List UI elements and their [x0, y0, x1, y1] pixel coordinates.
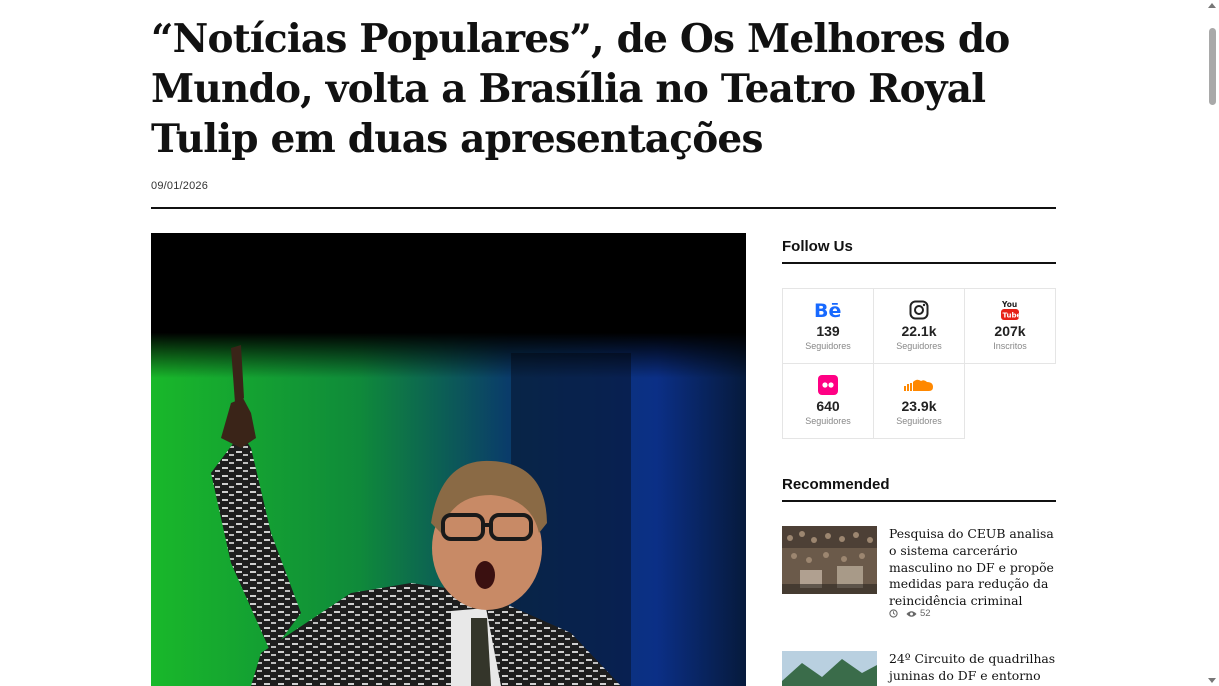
- clock-icon: [889, 609, 898, 618]
- views-count: 52: [920, 608, 931, 619]
- scroll-down-icon[interactable]: [1208, 678, 1216, 683]
- recommended-title[interactable]: 24º Circuito de quadrilhas juninas do DF…: [889, 651, 1059, 685]
- scroll-up-icon[interactable]: [1208, 3, 1216, 8]
- social-count: 207k: [994, 323, 1026, 339]
- social-count: 22.1k: [901, 323, 937, 339]
- recommended-thumbnail[interactable]: [782, 526, 877, 594]
- recommended-title[interactable]: Pesquisa do CEUB analisa o sistema carce…: [889, 526, 1059, 610]
- behance-icon: Bē: [814, 299, 842, 321]
- social-counters: Bē 139 Seguidores 22.1k Seguidores You Tu…: [782, 288, 1056, 439]
- soundcloud-icon: [903, 374, 935, 396]
- scrollbar-thumb[interactable]: [1209, 28, 1216, 105]
- svg-text:Tube: Tube: [1003, 312, 1021, 320]
- social-label: Seguidores: [805, 341, 851, 351]
- recommended-meta: 52: [889, 608, 931, 619]
- youtube-icon: You Tube: [1000, 299, 1020, 321]
- recommended-thumbnail[interactable]: [782, 651, 877, 686]
- article-title: “Notícias Populares”, de Os Melhores do …: [151, 16, 1010, 162]
- views-counter: 52: [906, 608, 931, 619]
- social-label: Seguidores: [896, 416, 942, 426]
- article-hero-image: [151, 233, 746, 686]
- social-instagram[interactable]: 22.1k Seguidores: [873, 288, 965, 364]
- recommended-heading: Recommended: [782, 476, 1056, 502]
- instagram-icon: [909, 299, 929, 321]
- svg-text:You: You: [1001, 300, 1017, 309]
- social-flickr[interactable]: 640 Seguidores: [782, 363, 874, 439]
- social-youtube[interactable]: You Tube 207k Inscritos: [964, 288, 1056, 364]
- social-label: Seguidores: [805, 416, 851, 426]
- social-soundcloud[interactable]: 23.9k Seguidores: [873, 363, 965, 439]
- flickr-icon: [818, 374, 838, 396]
- social-label: Inscritos: [993, 341, 1027, 351]
- svg-text:Bē: Bē: [814, 300, 841, 320]
- eye-icon: [906, 610, 917, 617]
- social-count: 640: [816, 398, 840, 414]
- social-count: 139: [816, 323, 840, 339]
- article-date: 09/01/2026: [151, 180, 209, 192]
- title-divider: [151, 207, 1056, 209]
- follow-us-heading: Follow Us: [782, 238, 1056, 264]
- social-count: 23.9k: [901, 398, 937, 414]
- social-label: Seguidores: [896, 341, 942, 351]
- social-behance[interactable]: Bē 139 Seguidores: [782, 288, 874, 364]
- page-scrollbar[interactable]: [1206, 0, 1219, 686]
